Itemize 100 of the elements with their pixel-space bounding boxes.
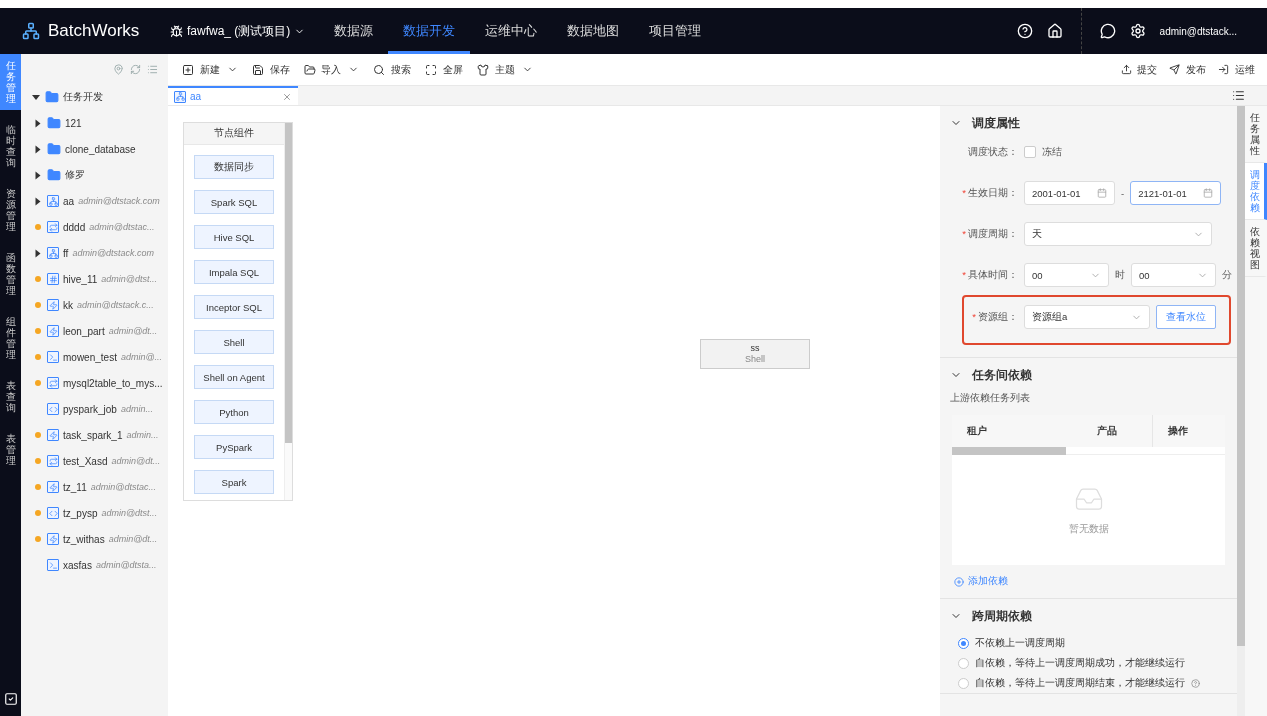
user-menu[interactable]: admin@dtstack... (1159, 25, 1237, 37)
side-tab[interactable]: 依赖视图 (1245, 220, 1267, 277)
palette-item[interactable]: Spark (194, 470, 274, 494)
scrollbar-thumb[interactable] (952, 447, 1066, 455)
expand-caret-icon[interactable] (35, 145, 41, 153)
tree-item[interactable]: xasfas admin@dtsta... (21, 552, 168, 578)
tree-item-label: 121 (65, 117, 82, 129)
tree-item[interactable]: kk admin@dtstack.c... (21, 292, 168, 318)
expand-caret-icon[interactable] (35, 119, 41, 127)
radio-label: 自依赖，等待上一调度周期结束，才能继续运行 (975, 676, 1185, 690)
expand-caret-icon[interactable] (32, 94, 40, 100)
view-level-button[interactable]: 查看水位 (1156, 305, 1216, 329)
tree-item[interactable]: test_Xasd admin@dt... (21, 448, 168, 474)
tree-item[interactable]: mysql2table_to_mys... (21, 370, 168, 396)
toolbar-button[interactable]: 保存 (251, 62, 290, 77)
scrollbar-thumb[interactable] (1237, 106, 1245, 646)
rail-tab[interactable]: 临时查询 (0, 118, 21, 174)
editor-tab[interactable]: aa (168, 86, 298, 105)
toolbar-button[interactable]: 提交 (1120, 62, 1158, 77)
home-icon[interactable] (1046, 23, 1063, 39)
toolbar-button[interactable]: 新建 (182, 62, 238, 77)
select-field[interactable]: 资源组a (1024, 305, 1150, 329)
tree-item[interactable]: pyspark_job admin... (21, 396, 168, 422)
toolbar-button[interactable]: 导入 (303, 62, 360, 77)
toolbar-button[interactable]: 主题 (476, 62, 533, 77)
radio-option[interactable]: 不依赖上一调度周期 (940, 633, 1237, 653)
radio-button[interactable] (958, 677, 969, 689)
column-header: 租户 (966, 424, 988, 438)
app-logo: BatchWorks (48, 21, 140, 41)
tree-item-label: tz_11 (63, 481, 87, 493)
close-icon[interactable] (282, 91, 292, 102)
tree-item[interactable]: clone_database (21, 136, 168, 162)
rail-tab[interactable]: 函数管理 (0, 246, 21, 302)
rail-tab[interactable]: 资源管理 (0, 182, 21, 238)
radio-option[interactable]: 自依赖，等待上一调度周期成功，才能继续运行 (940, 653, 1237, 673)
palette-item[interactable]: Spark SQL (194, 190, 274, 214)
radio-option[interactable]: 自依赖，等待上一调度周期结束，才能继续运行 (940, 673, 1237, 693)
tree-item-label: mysql2table_to_mys... (63, 377, 163, 389)
tree-item[interactable]: 121 (21, 110, 168, 136)
expand-caret-icon[interactable] (35, 171, 41, 179)
toolbar-button[interactable]: 全屏 (425, 62, 463, 77)
tree-item[interactable]: dddd admin@dtstac... (21, 214, 168, 240)
checkbox[interactable] (1024, 146, 1036, 158)
palette-item[interactable]: 数据同步 (194, 155, 274, 179)
section-header[interactable]: 任务间依赖 (940, 358, 1237, 392)
tree-item[interactable]: aa admin@dtstack.com (21, 188, 168, 214)
nav-tab[interactable]: 数据源 (319, 8, 389, 54)
section-header[interactable]: 调度属性 (940, 106, 1237, 140)
settings-icon[interactable] (1129, 23, 1146, 39)
tree-item[interactable]: tz_withas admin@dt... (21, 526, 168, 552)
message-icon[interactable] (1099, 23, 1116, 39)
palette-item[interactable]: Shell on Agent (194, 365, 274, 389)
subsection-title: 上游依赖任务列表 (949, 392, 1031, 405)
menu-icon[interactable] (1232, 89, 1245, 102)
section-header[interactable]: 跨周期依赖 (940, 599, 1237, 633)
rail-tab[interactable]: 表查询 (0, 374, 21, 419)
toolbar-button[interactable]: 发布 (1169, 62, 1207, 77)
tree-item[interactable]: tz_11 admin@dtstac... (21, 474, 168, 500)
palette-item[interactable]: Hive SQL (194, 225, 274, 249)
palette-item[interactable]: Inceptor SQL (194, 295, 274, 319)
tree-item[interactable]: 修罗 (21, 162, 168, 188)
tab-label: aa (190, 91, 203, 102)
tree-item[interactable]: tz_pysp admin@dtst... (21, 500, 168, 526)
nav-tab[interactable]: 数据地图 (552, 8, 635, 54)
workflow-node[interactable]: ss Shell (700, 339, 810, 369)
radio-button[interactable] (958, 657, 969, 669)
toolbar-button[interactable]: 搜索 (373, 62, 412, 77)
palette-item[interactable]: Shell (194, 330, 274, 354)
rail-tab[interactable]: 表管理 (0, 427, 21, 472)
palette-item[interactable]: Python (194, 400, 274, 424)
tree-item-label: aa (63, 195, 75, 207)
owner-label: admin@dtst... (101, 508, 158, 518)
palette-item[interactable]: Impala SQL (194, 260, 274, 284)
select-field[interactable]: 00 (1024, 263, 1109, 287)
tree-root[interactable]: 任务开发 (21, 84, 168, 110)
select-field[interactable]: 天 (1024, 222, 1212, 246)
tree-item[interactable]: mowen_test admin@... (21, 344, 168, 370)
radio-button[interactable] (958, 637, 969, 649)
tree-item[interactable]: ff admin@dtstack.com (21, 240, 168, 266)
expand-caret-icon[interactable] (35, 249, 41, 257)
rail-tab[interactable]: 组件管理 (0, 310, 21, 366)
project-selector[interactable]: fawfwa_ (测试项目) (170, 22, 306, 40)
nav-tab[interactable]: 运维中心 (470, 8, 553, 54)
tree-item-label: tz_withas (63, 533, 105, 545)
tree-item[interactable]: leon_part admin@dt... (21, 318, 168, 344)
scrollbar-thumb[interactable] (285, 123, 292, 443)
date-field[interactable]: 2001-01-01 (1024, 181, 1115, 205)
nav-tab[interactable]: 数据开发 (388, 8, 471, 54)
repeat-icon (47, 377, 59, 389)
expand-caret-icon[interactable] (35, 197, 41, 205)
side-tab[interactable]: 调度依赖 (1245, 163, 1267, 220)
checkbox-icon[interactable] (3, 692, 18, 706)
select-field[interactable]: 00 (1131, 263, 1216, 287)
date-field[interactable]: 2121-01-01 (1130, 181, 1222, 205)
tree-item[interactable]: task_spark_1 admin... (21, 422, 168, 448)
field-label: * 具体时间： (961, 268, 1018, 282)
tree-item[interactable]: hive_11 admin@dtst... (21, 266, 168, 292)
nav-tab[interactable]: 项目管理 (634, 8, 717, 54)
toolbar-button[interactable]: 运维 (1218, 62, 1255, 77)
palette-item[interactable]: PySpark (194, 435, 274, 459)
